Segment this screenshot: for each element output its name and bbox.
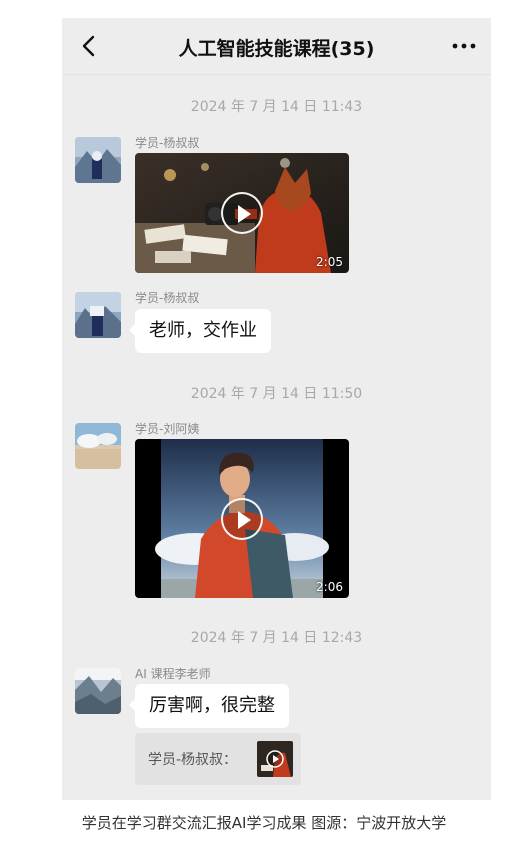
avatar[interactable] bbox=[75, 668, 121, 714]
play-icon[interactable] bbox=[221, 497, 263, 540]
avatar[interactable] bbox=[75, 292, 121, 338]
timestamp: 2024 年 7 月 14 日 12:43 bbox=[190, 630, 363, 646]
quoted-video-thumbnail[interactable] bbox=[257, 741, 293, 777]
sender-name: 学员-刘阿姨 bbox=[135, 422, 200, 436]
avatar[interactable] bbox=[75, 423, 121, 469]
video-message[interactable]: 2:05 bbox=[135, 153, 349, 273]
message-bubble[interactable]: 老师，交作业 bbox=[129, 309, 271, 353]
avatar[interactable] bbox=[75, 137, 121, 183]
sender-name: 学员-杨叔叔 bbox=[135, 136, 200, 150]
timestamp: 2024 年 7 月 14 日 11:43 bbox=[190, 99, 363, 115]
message-bubble[interactable]: 厉害啊，很完整 bbox=[129, 684, 289, 728]
timestamp: 2024 年 7 月 14 日 11:50 bbox=[190, 386, 363, 402]
video-duration: 2:06 bbox=[316, 580, 343, 594]
quoted-sender: 学员-杨叔叔： bbox=[148, 752, 238, 768]
more-dots-icon[interactable] bbox=[451, 40, 477, 52]
chat-header: 人工智能技能课程(35) bbox=[62, 18, 491, 75]
chat-screen: 人工智能技能课程(35) 2024 年 7 月 14 日 11:43 学员-杨叔… bbox=[62, 18, 491, 800]
chat-title: 人工智能技能课程(35) bbox=[178, 38, 375, 60]
sender-name: 学员-杨叔叔 bbox=[135, 291, 200, 305]
play-icon[interactable] bbox=[221, 192, 263, 234]
video-duration: 2:05 bbox=[316, 255, 343, 269]
video-message[interactable]: 2:06 bbox=[135, 439, 349, 598]
image-caption: 学员在学习群交流汇报AI学习成果 图源：宁波开放大学 bbox=[81, 814, 447, 832]
quoted-message[interactable]: 学员-杨叔叔： bbox=[135, 733, 301, 785]
sender-name: AI 课程李老师 bbox=[135, 667, 211, 681]
